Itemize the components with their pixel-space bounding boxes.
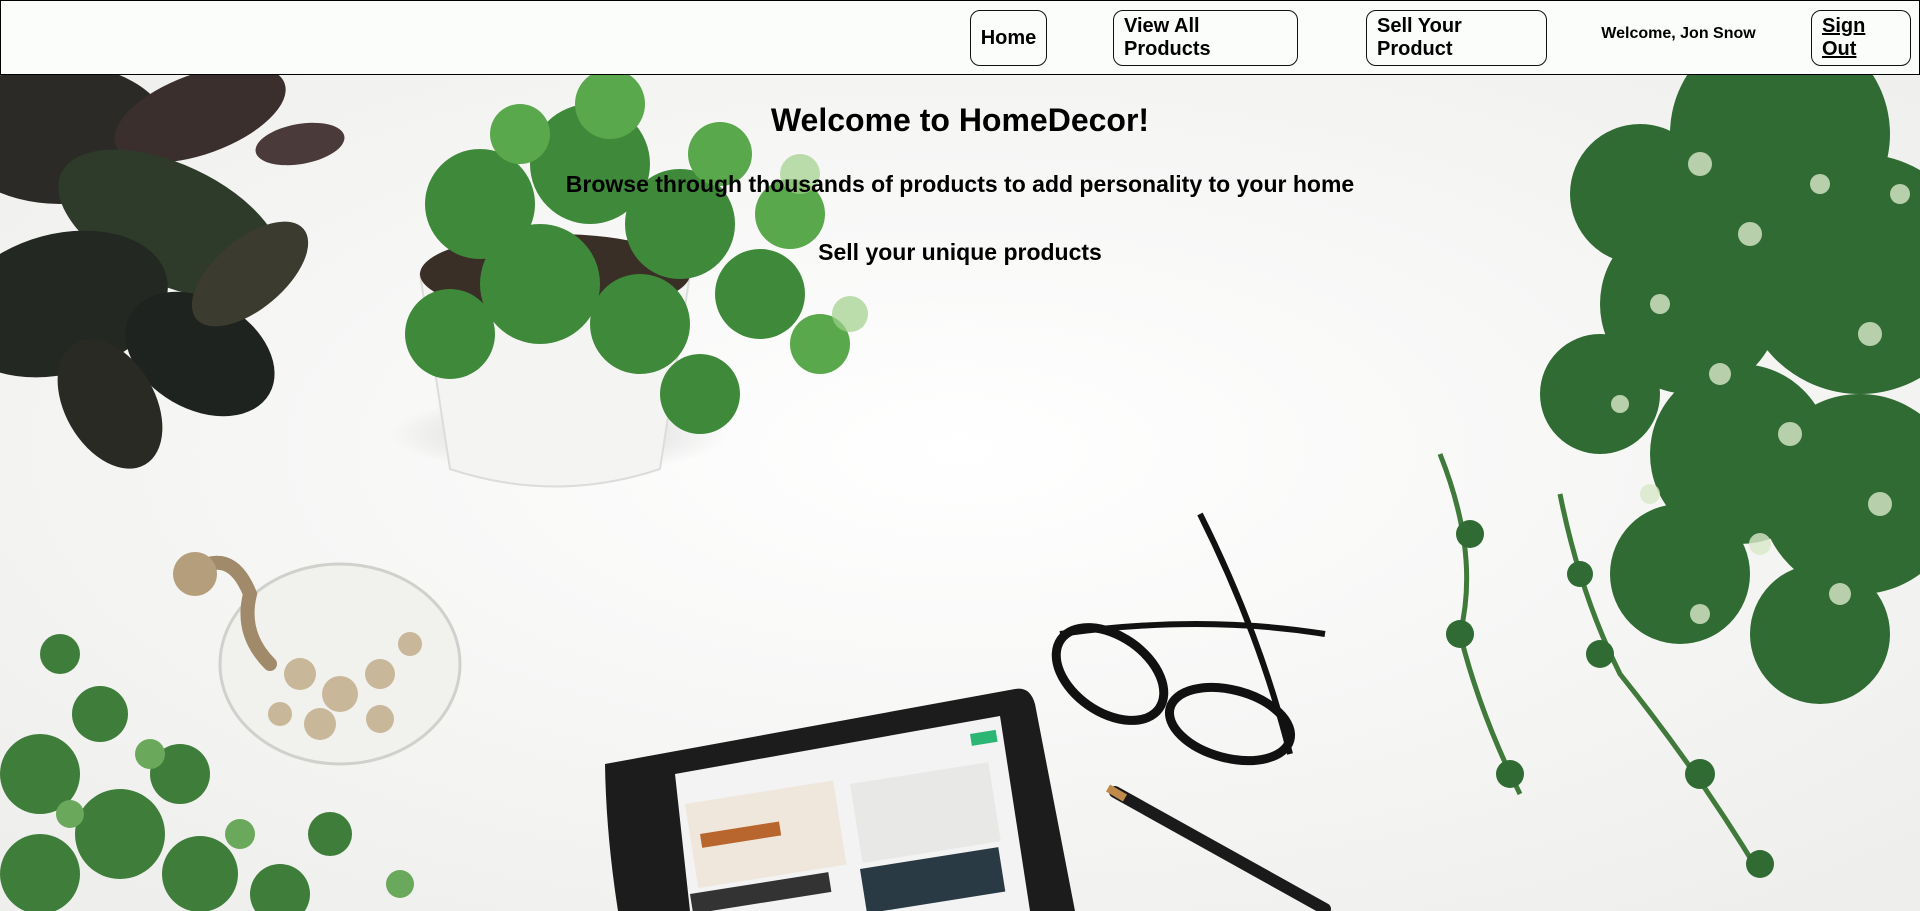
hero-subtitle-sell: Sell your unique products xyxy=(818,239,1102,265)
welcome-user-text: Welcome, Jon Snow xyxy=(1601,25,1756,42)
view-all-products-button[interactable]: View All Products xyxy=(1113,10,1298,66)
hero-title: Welcome to HomeDecor! xyxy=(770,102,1150,138)
sell-your-product-button[interactable]: Sell Your Product xyxy=(1366,10,1547,66)
hero-subtitle: Browse through thousands of products to … xyxy=(565,171,1355,197)
hero-section: Welcome to HomeDecor! Browse through tho… xyxy=(0,74,1920,267)
home-button[interactable]: Home xyxy=(970,10,1047,66)
home-page: Home View All Products Sell Your Product… xyxy=(0,0,1920,911)
sign-out-button[interactable]: Sign Out xyxy=(1811,10,1911,66)
navbar: Home View All Products Sell Your Product… xyxy=(0,0,1920,75)
